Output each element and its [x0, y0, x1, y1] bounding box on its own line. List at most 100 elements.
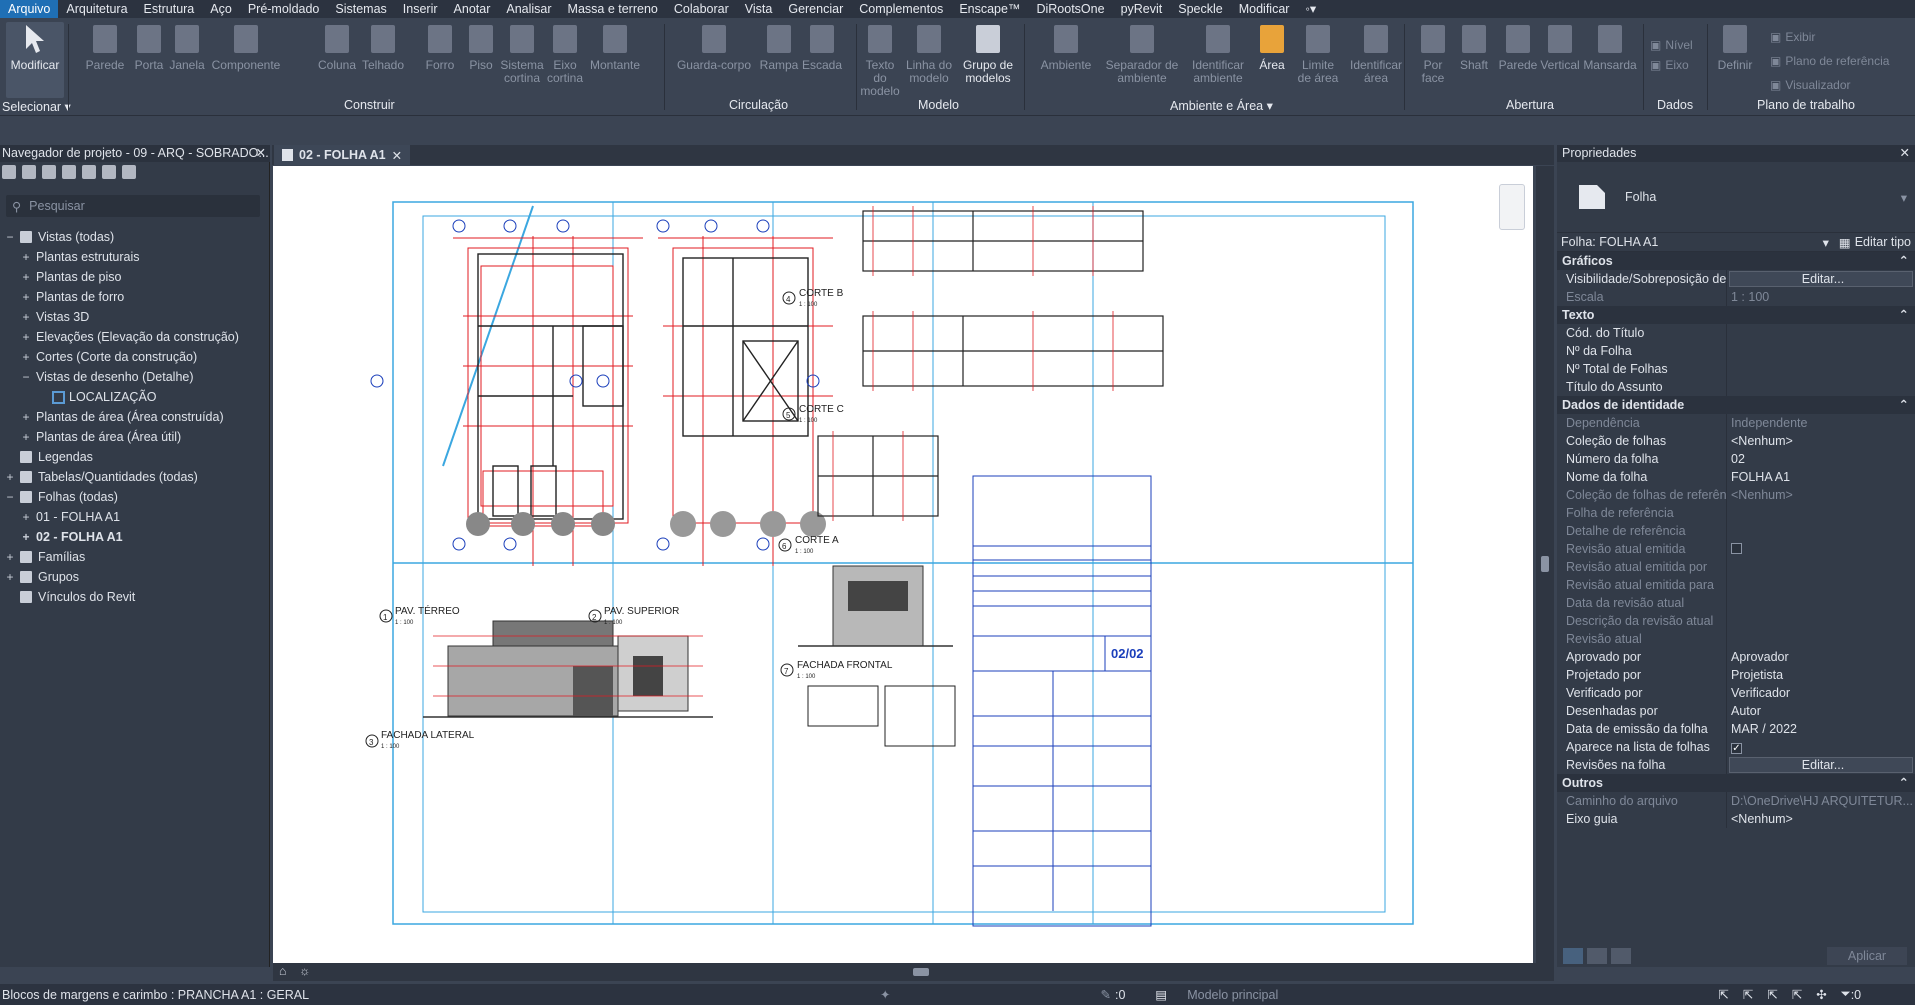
select-dropdown[interactable]: Selecionar ▾ — [2, 99, 71, 114]
ambiente-button-5[interactable]: Identificar área — [1346, 22, 1406, 85]
modify-button[interactable]: Modificar — [6, 22, 64, 98]
property-row[interactable]: Data de emissão da folha MAR / 2022 — [1557, 720, 1915, 738]
property-value[interactable]: <Nenhum> — [1727, 486, 1915, 504]
horizontal-scrollbar[interactable]: ⌂ ☼ — [273, 963, 1554, 981]
construir-button-7[interactable]: Piso — [466, 22, 496, 72]
checkbox[interactable] — [1731, 543, 1742, 554]
menu-item-17[interactable]: Speckle — [1170, 0, 1230, 18]
drawing-canvas[interactable]: 02/02 1 PAV. TÉRREO 1 : 100 2 PAV. SUPER… — [273, 166, 1533, 963]
home-icon[interactable] — [2, 165, 16, 179]
tree-item[interactable]: + Vistas 3D — [0, 307, 270, 327]
construir-button-9[interactable]: Eixo cortina — [546, 22, 584, 85]
collapse-icon[interactable]: ⌃ — [1899, 396, 1909, 414]
sort-alpha-icon[interactable] — [1587, 948, 1607, 964]
select-pinned-icon[interactable]: ⇱ — [1767, 987, 1777, 1002]
property-value[interactable]: <Nenhum> — [1727, 432, 1915, 450]
menu-item-9[interactable]: Massa e terreno — [560, 0, 666, 18]
menu-item-5[interactable]: Sistemas — [327, 0, 394, 18]
modelo-button-0[interactable]: Texto do modelo — [860, 22, 900, 98]
property-row[interactable]: Coleção de folhas de referên... <Nenhum> — [1557, 486, 1915, 504]
eixo-button[interactable]: ▣ Eixo — [1650, 58, 1689, 72]
navigation-bar[interactable] — [1499, 184, 1525, 230]
construir-button-6[interactable]: Forro — [422, 22, 458, 72]
modelo-button-2[interactable]: Grupo de modelos — [960, 22, 1016, 85]
abertura-button-2[interactable]: Parede — [1496, 22, 1540, 72]
expand-icon[interactable]: + — [4, 467, 16, 487]
property-value[interactable] — [1727, 378, 1915, 396]
property-group-header[interactable]: Gráficos ⌃ — [1557, 252, 1915, 270]
plano-referencia-button[interactable]: ▣ Plano de referência — [1770, 54, 1889, 68]
property-row[interactable]: Dependência Independente — [1557, 414, 1915, 432]
property-value[interactable] — [1727, 540, 1915, 558]
tree-item[interactable]: + Plantas de piso — [0, 267, 270, 287]
property-value[interactable]: 02 — [1727, 450, 1915, 468]
sheet-icon[interactable] — [42, 165, 56, 179]
expand-icon[interactable]: + — [20, 407, 32, 427]
family-icon[interactable] — [82, 165, 96, 179]
property-row[interactable]: Eixo guia <Nenhum> — [1557, 810, 1915, 828]
instance-selector[interactable]: Folha: FOLHA A1 ▾ ▦ Editar tipo — [1557, 232, 1915, 252]
design-option-label[interactable]: Modelo principal — [1187, 988, 1278, 1002]
property-row[interactable]: Verificado por Verificador — [1557, 684, 1915, 702]
property-row[interactable]: Descrição da revisão atual — [1557, 612, 1915, 630]
view-icon[interactable] — [22, 165, 36, 179]
tree-item[interactable]: Legendas — [0, 447, 270, 467]
tree-item[interactable]: LOCALIZAÇÃO — [0, 387, 270, 407]
property-value[interactable]: Independente — [1727, 414, 1915, 432]
property-value[interactable] — [1727, 342, 1915, 360]
expand-icon[interactable]: + — [20, 427, 32, 447]
property-value[interactable]: Verificador — [1727, 684, 1915, 702]
tree-item[interactable]: + Elevações (Elevação da construção) — [0, 327, 270, 347]
property-group-header[interactable]: Texto ⌃ — [1557, 306, 1915, 324]
close-tab-icon[interactable]: ✕ — [392, 148, 402, 163]
property-value[interactable]: D:\OneDrive\HJ ARQUITETUR... — [1727, 792, 1915, 810]
expand-icon[interactable]: − — [20, 367, 32, 387]
menu-item-13[interactable]: Complementos — [851, 0, 951, 18]
property-value[interactable] — [1727, 576, 1915, 594]
collapse-icon[interactable]: ⌃ — [1899, 306, 1909, 324]
vertical-scrollbar[interactable] — [1536, 166, 1554, 963]
expand-icon[interactable]: − — [4, 487, 16, 507]
property-value[interactable] — [1727, 522, 1915, 540]
tree-item[interactable]: + Famílias — [0, 547, 270, 567]
browser-search-input[interactable]: ⚲ Pesquisar — [6, 195, 260, 217]
edit-button[interactable]: Editar... — [1729, 757, 1913, 773]
nivel-button[interactable]: ▣ Nível — [1650, 38, 1693, 52]
tree-item[interactable]: + Plantas de área (Área construída) — [0, 407, 270, 427]
scale-icon[interactable]: ⌂ — [279, 964, 287, 978]
property-row[interactable]: Nome da folha FOLHA A1 — [1557, 468, 1915, 486]
menu-item-3[interactable]: Aço — [202, 0, 240, 18]
ambiente-button-1[interactable]: Separador de ambiente — [1104, 22, 1180, 85]
expand-icon[interactable]: + — [20, 267, 32, 287]
filter-icon[interactable]: ⏷ — [1841, 987, 1851, 1002]
property-group-header[interactable]: Dados de identidade ⌃ — [1557, 396, 1915, 414]
tree-item[interactable]: + 02 - FOLHA A1 — [0, 527, 270, 547]
workset-icon[interactable]: ▤ — [1155, 987, 1167, 1002]
property-row[interactable]: Aparece na lista de folhas ✓ — [1557, 738, 1915, 756]
ambiente-button-2[interactable]: Identificar ambiente — [1186, 22, 1250, 85]
property-row[interactable]: Título do Assunto — [1557, 378, 1915, 396]
menu-item-10[interactable]: Colaborar — [666, 0, 737, 18]
definir-button[interactable]: Definir — [1714, 22, 1756, 72]
abertura-button-0[interactable]: Por face — [1414, 22, 1452, 85]
property-value[interactable]: Projetista — [1727, 666, 1915, 684]
menu-item-4[interactable]: Pré-moldado — [240, 0, 328, 18]
view-tab[interactable]: 02 - FOLHA A1 ✕ — [274, 145, 411, 165]
property-value[interactable] — [1727, 324, 1915, 342]
expand-icon[interactable]: + — [4, 567, 16, 587]
sort-icon[interactable] — [1563, 948, 1583, 964]
property-row[interactable]: Revisões na folha Editar... — [1557, 756, 1915, 774]
property-row[interactable]: Visibilidade/Sobreposição de... Editar... — [1557, 270, 1915, 288]
expand-icon[interactable]: + — [20, 527, 32, 547]
collapse-icon[interactable] — [1611, 948, 1631, 964]
select-links-icon[interactable]: ⇱ — [1718, 987, 1728, 1002]
expand-icon[interactable]: + — [20, 507, 32, 527]
tree-item[interactable]: − Vistas (todas) — [0, 227, 270, 247]
overflow-icon[interactable]: ◦▾ — [1297, 0, 1324, 18]
property-row[interactable]: Detalhe de referência — [1557, 522, 1915, 540]
property-row[interactable]: Revisão atual — [1557, 630, 1915, 648]
circulacao-button-0[interactable]: Guarda-corpo — [674, 22, 754, 72]
expand-icon[interactable]: + — [20, 327, 32, 347]
property-row[interactable]: Aprovado por Aprovador — [1557, 648, 1915, 666]
property-group-header[interactable]: Outros ⌃ — [1557, 774, 1915, 792]
